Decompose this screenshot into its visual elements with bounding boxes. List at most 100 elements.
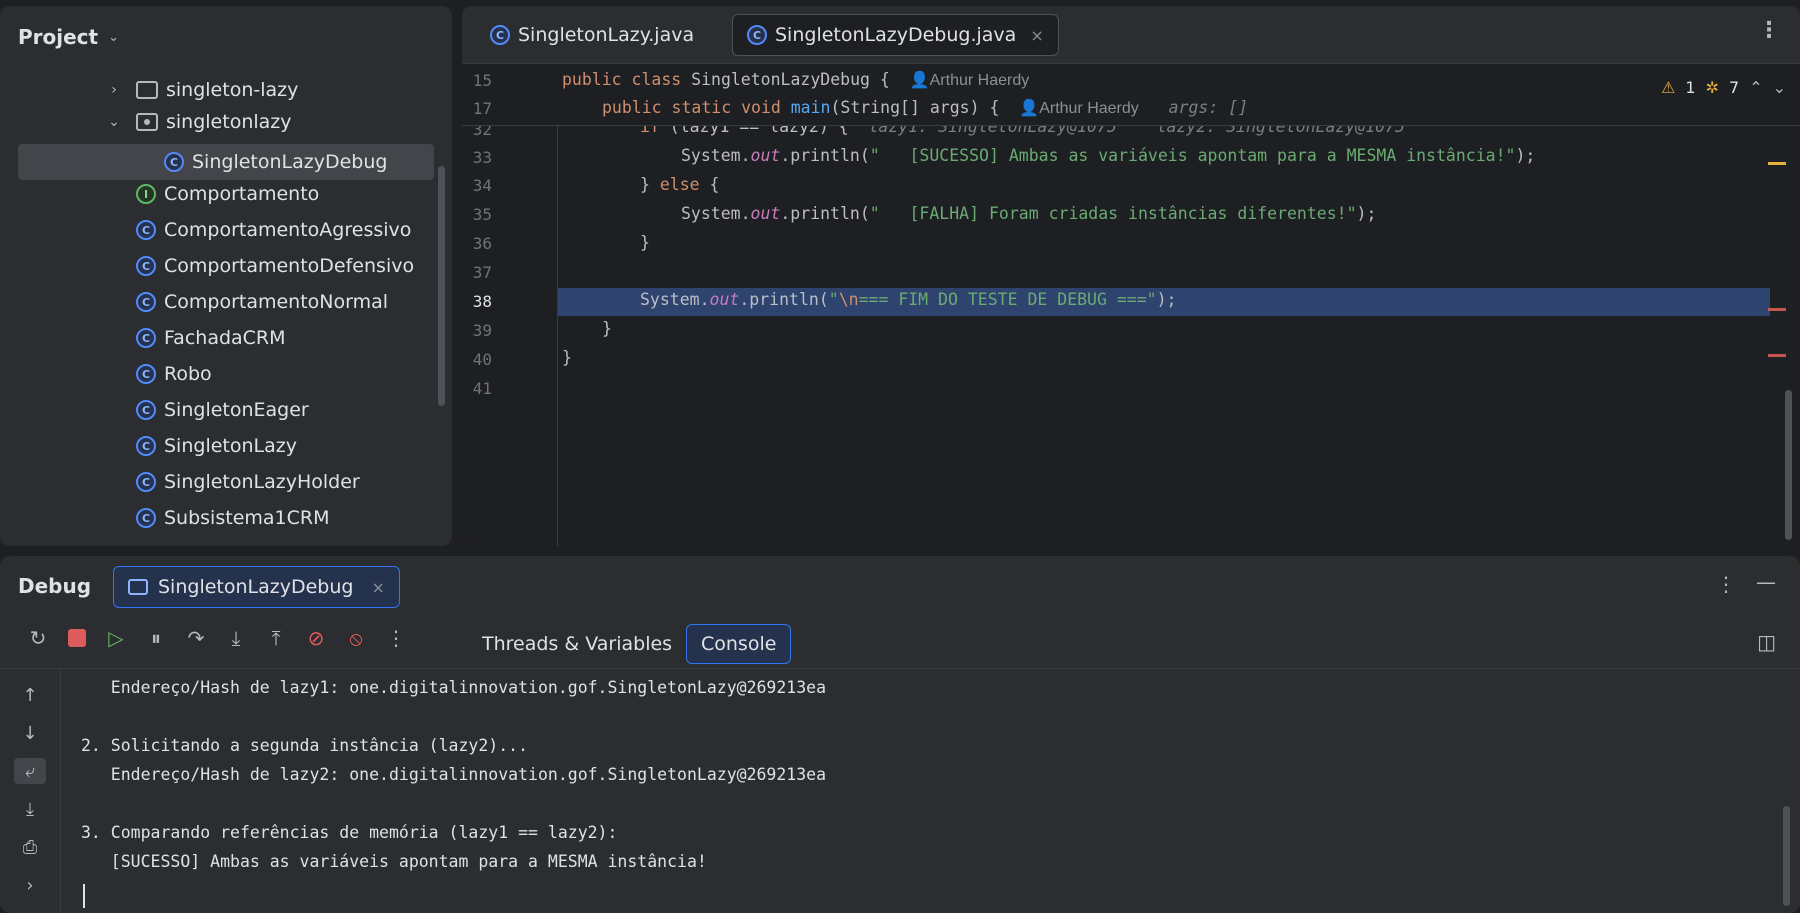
tree-item-singletoneager[interactable]: C SingletonEager: [136, 392, 309, 428]
tab-console[interactable]: Console: [686, 624, 792, 664]
code-line-17: public static void main(String[] args) {…: [602, 98, 1248, 118]
tree-item-label: singleton-lazy: [166, 79, 299, 101]
resume-icon[interactable]: ▷: [106, 626, 126, 650]
code-area[interactable]: 32 if (lazy1 == lazy2) { lazy1: Singleto…: [462, 64, 1800, 546]
console-line: 2. Solicitando a segunda instância (lazy…: [81, 736, 529, 755]
text-caret: [83, 884, 85, 908]
console-line: 3. Comparando referências de memória (la…: [81, 823, 618, 842]
project-panel: Project ⌄ › singleton-lazy ⌄ singletonla…: [0, 6, 452, 546]
tree-item-label: ComportamentoNormal: [164, 291, 389, 313]
keyword: public class: [562, 70, 692, 89]
class-icon: C: [136, 400, 156, 420]
error-stripe-warning[interactable]: [1768, 162, 1786, 165]
mute-breakpoints-icon[interactable]: ⦸: [346, 626, 366, 650]
class-icon: C: [136, 364, 156, 384]
debug-panel: Debug SingletonLazyDebug × ⋮ — ↻ ▷ ⏸ ↷ ⤓…: [0, 556, 1800, 913]
chevron-right-icon[interactable]: ›: [14, 872, 46, 898]
tree-item-label: SingletonEager: [164, 399, 309, 421]
arrow-down-icon[interactable]: ↓: [14, 720, 46, 746]
inspection-widget[interactable]: ⚠ 1 ✲ 7 ⌃ ⌄: [1661, 78, 1786, 97]
tree-item-singletonlazyholder[interactable]: C SingletonLazyHolder: [136, 464, 360, 500]
code-line-34: } else {: [640, 175, 720, 194]
tree-item-label: FachadaCRM: [164, 327, 286, 349]
view-breakpoints-icon[interactable]: ⊘: [306, 626, 326, 650]
tab-label: SingletonLazyDebug.java: [775, 24, 1017, 46]
stop-icon[interactable]: [68, 629, 86, 647]
chevron-down-icon[interactable]: ⌄: [1773, 78, 1786, 97]
tree-item-comportamento[interactable]: I Comportamento: [136, 176, 319, 212]
console-output[interactable]: Endereço/Hash de lazy1: one.digitalinnov…: [60, 670, 1770, 913]
tree-item-singletonlazy[interactable]: ⌄ singletonlazy: [104, 104, 291, 140]
tree-item-robo[interactable]: C Robo: [136, 356, 212, 392]
chevron-up-icon[interactable]: ⌃: [1749, 78, 1762, 97]
code-line-36: }: [640, 233, 650, 252]
line-number: 17: [472, 99, 492, 118]
scroll-to-end-icon[interactable]: ⤓: [14, 796, 46, 822]
editor-tabs: C SingletonLazy.java C SingletonLazyDebu…: [462, 6, 1800, 64]
tree-item-comportamentodefensivo[interactable]: C ComportamentoDefensivo: [136, 248, 414, 284]
print-icon[interactable]: ⎙: [14, 834, 46, 860]
run-class-icon: C: [747, 25, 767, 45]
tree-item-comportamentoagressivo[interactable]: C ComportamentoAgressivo: [136, 212, 411, 248]
author-label[interactable]: Arthur Haerdy: [930, 72, 1030, 89]
inline-hint: args: []: [1168, 98, 1249, 117]
rerun-icon[interactable]: ↻: [28, 626, 48, 650]
tree-item-label: SingletonLazyDebug: [192, 151, 388, 173]
debug-session-tab[interactable]: SingletonLazyDebug ×: [113, 566, 400, 608]
sticky-lines: 15 public class SingletonLazyDebug { 👤Ar…: [462, 64, 1800, 126]
close-icon[interactable]: ×: [1030, 26, 1043, 45]
code-text: (String[] args) {: [830, 98, 1000, 117]
chevron-down-icon[interactable]: ⌄: [108, 30, 119, 45]
code-line-35: System.out.println(" [FALHA] Foram criad…: [681, 204, 1377, 223]
editor-panel: C SingletonLazy.java C SingletonLazyDebu…: [462, 6, 1800, 546]
tab-threads-variables[interactable]: Threads & Variables: [468, 624, 686, 664]
more-options-icon[interactable]: ⋮: [1758, 20, 1780, 42]
step-over-icon[interactable]: ↷: [186, 626, 206, 650]
tab-singletonlazydebug-java[interactable]: C SingletonLazyDebug.java ×: [732, 14, 1059, 56]
line-number: 15: [472, 71, 492, 90]
chevron-down-icon[interactable]: ⌄: [104, 114, 124, 130]
folder-icon: [136, 81, 158, 99]
step-into-icon[interactable]: ⤓: [226, 626, 246, 650]
soft-wrap-icon[interactable]: ⤶: [14, 758, 46, 784]
author-label[interactable]: Arthur Haerdy: [1039, 100, 1139, 117]
layout-icon[interactable]: ◫: [1757, 630, 1776, 654]
more-options-icon[interactable]: ⋮: [1716, 572, 1736, 596]
weak-warning-count: 7: [1729, 78, 1740, 97]
tree-item-label: Comportamento: [164, 183, 320, 205]
console-line: Endereço/Hash de lazy2: one.digitalinnov…: [81, 765, 827, 784]
arrow-up-icon[interactable]: ↑: [14, 682, 46, 708]
tab-singletonlazy-java[interactable]: C SingletonLazy.java: [476, 14, 708, 56]
tree-item-subsistema1crm[interactable]: C Subsistema1CRM: [136, 500, 329, 536]
tab-label: SingletonLazy.java: [518, 24, 695, 46]
editor-scrollbar[interactable]: [1785, 390, 1792, 540]
code-line-15: public class SingletonLazyDebug { 👤Arthu…: [562, 70, 1029, 90]
project-header[interactable]: Project ⌄: [0, 6, 452, 68]
minimize-icon[interactable]: —: [1756, 570, 1776, 594]
line-number: 41: [472, 379, 492, 398]
console-scrollbar[interactable]: [1783, 806, 1790, 906]
line-number: 36: [472, 234, 492, 253]
tree-item-singleton-lazy[interactable]: › singleton-lazy: [104, 72, 298, 108]
tree-item-singletonlazydebug[interactable]: C SingletonLazyDebug: [18, 144, 434, 180]
tree-item-singletonlazy-class[interactable]: C SingletonLazy: [136, 428, 297, 464]
tree-item-label: Robo: [164, 363, 212, 385]
code-line-40: }: [562, 348, 572, 367]
chevron-right-icon[interactable]: ›: [104, 82, 124, 98]
error-stripe-breakpoint[interactable]: [1768, 308, 1786, 311]
class-icon: C: [490, 25, 510, 45]
pause-icon[interactable]: ⏸: [146, 626, 166, 650]
error-stripe-breakpoint[interactable]: [1768, 354, 1786, 357]
close-icon[interactable]: ×: [371, 578, 384, 597]
class-icon: C: [136, 256, 156, 276]
more-options-icon[interactable]: ⋮: [386, 626, 406, 650]
tree-item-comportamentonormal[interactable]: C ComportamentoNormal: [136, 284, 388, 320]
keyword: public static void: [602, 98, 791, 117]
tree-item-fachadacrm[interactable]: C FachadaCRM: [136, 320, 286, 356]
tree-item-label: SingletonLazyHolder: [164, 471, 360, 493]
toolbar-divider: [0, 668, 1800, 669]
project-title: Project: [18, 25, 99, 49]
step-out-icon[interactable]: ⤒: [266, 626, 286, 650]
tree-item-label: SingletonLazy: [164, 435, 297, 457]
project-scrollbar[interactable]: [438, 166, 445, 406]
